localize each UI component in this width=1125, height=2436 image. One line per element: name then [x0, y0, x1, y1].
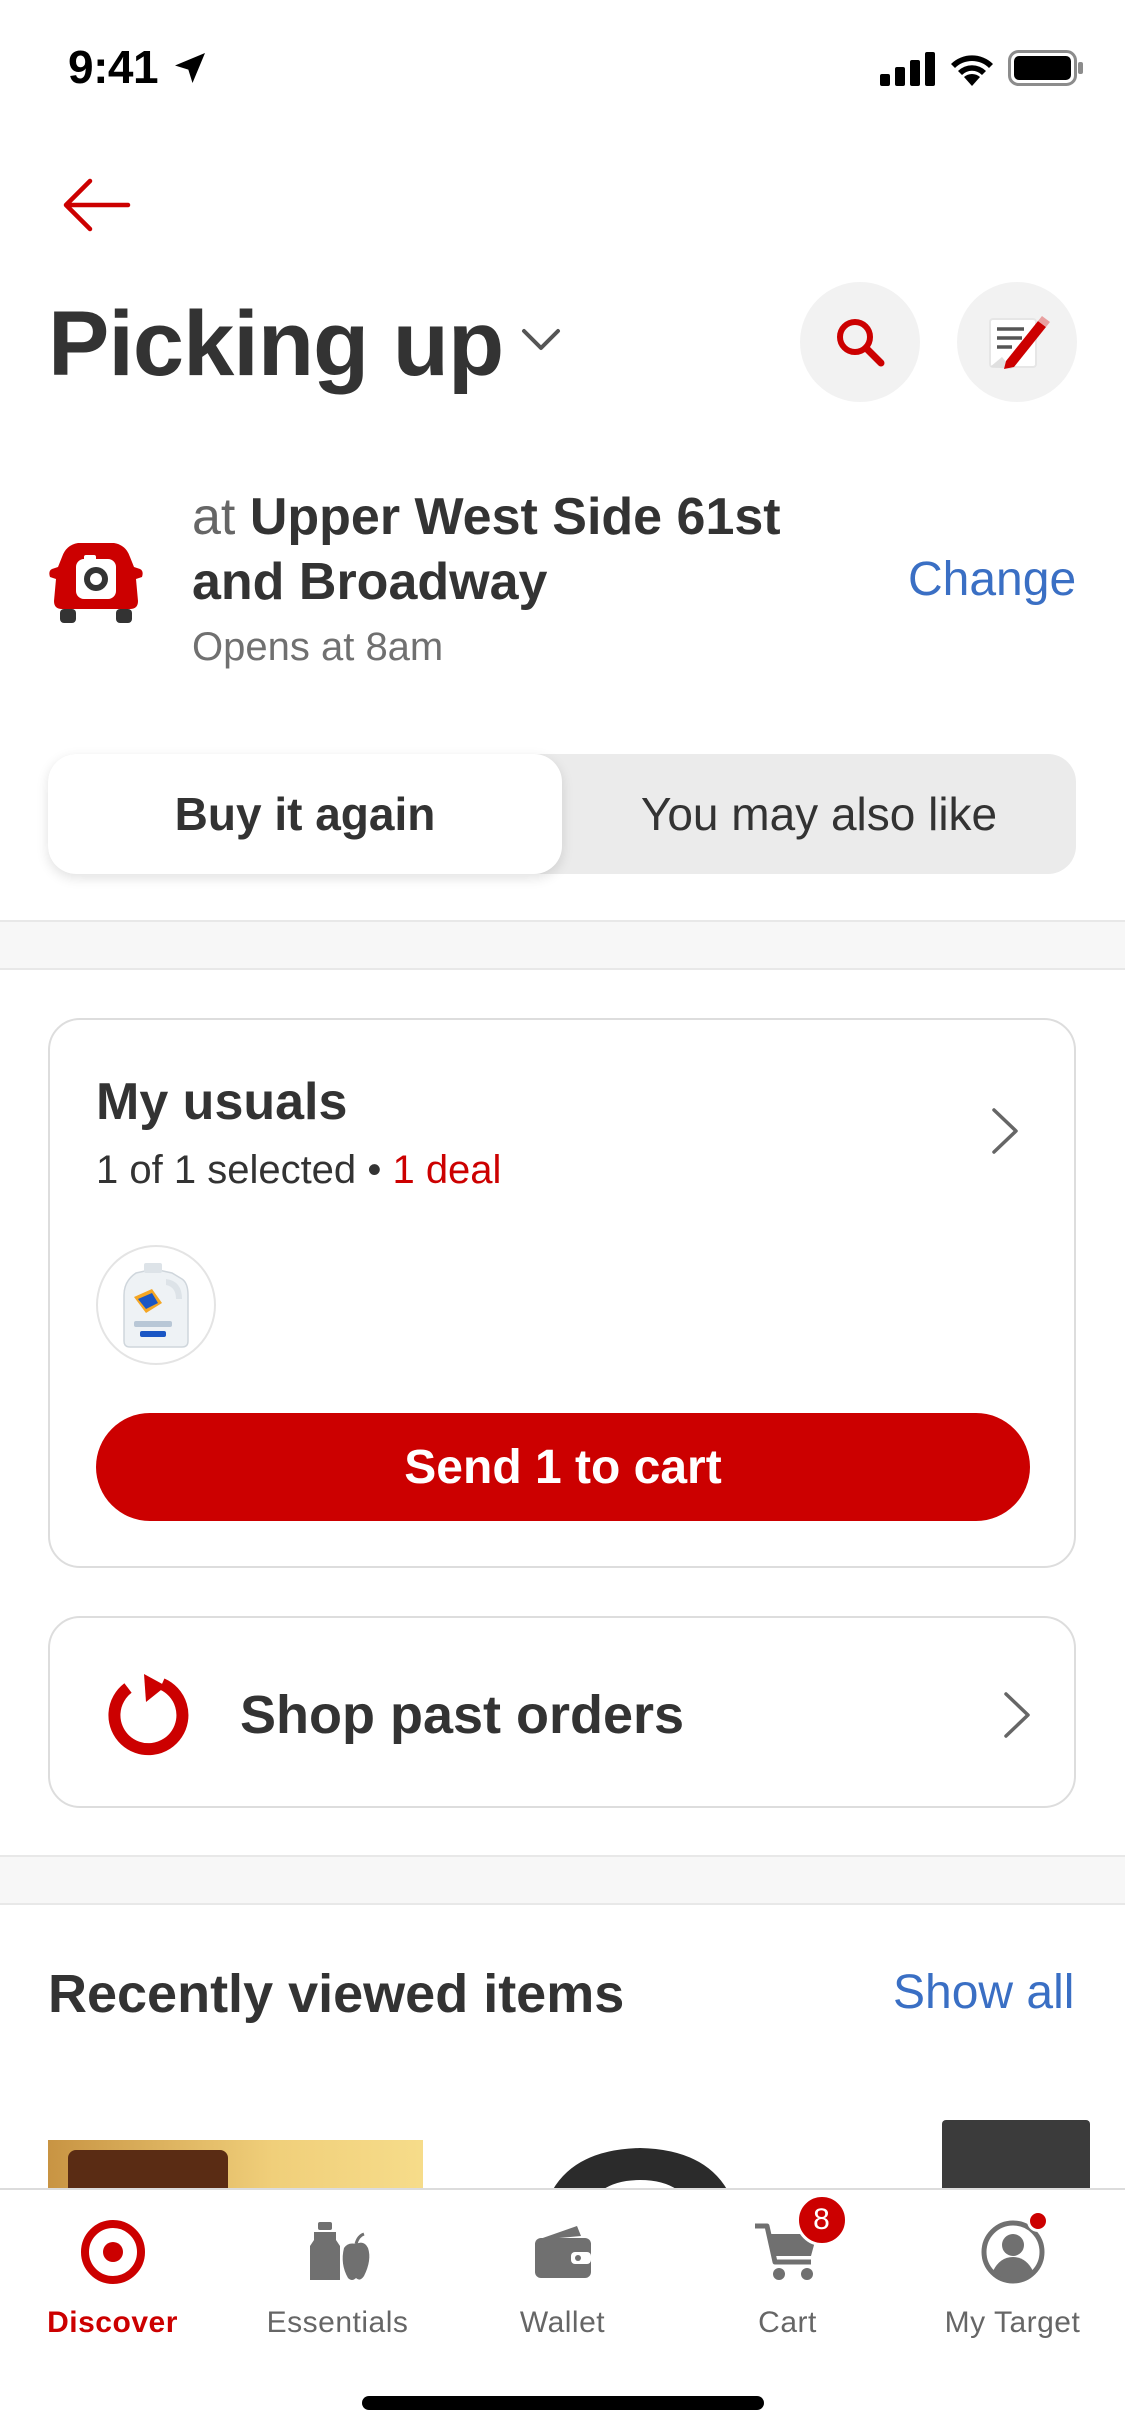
change-store-link[interactable]: Change — [908, 552, 1076, 607]
tab-label: Cart — [758, 2306, 817, 2339]
status-bar: 9:41 — [0, 0, 1125, 140]
wallet-icon — [534, 2226, 591, 2278]
section-divider — [0, 1855, 1125, 1905]
tab-discover[interactable]: Discover — [0, 2212, 225, 2362]
recent-item-image[interactable] — [48, 2140, 423, 2190]
cart-count-badge: 8 — [795, 2194, 848, 2246]
recent-item-image[interactable] — [942, 2120, 1090, 2190]
store-prefix: at — [192, 488, 236, 546]
location-arrow-icon — [175, 53, 205, 83]
status-time: 9:41 — [68, 41, 159, 93]
product-image — [68, 2150, 228, 2190]
tab-label: Wallet — [519, 2306, 606, 2339]
store-hours: Opens at 8am — [192, 625, 444, 669]
tab-buy-it-again[interactable]: Buy it again — [48, 754, 562, 874]
show-all-link[interactable]: Show all — [893, 1965, 1074, 2020]
cellular-signal-icon — [880, 52, 935, 86]
usuals-summary: 1 of 1 selected • 1 deal — [96, 1148, 501, 1193]
shop-past-orders-card[interactable]: Shop past orders — [48, 1616, 1076, 1808]
tab-essentials[interactable]: Essentials — [225, 2212, 450, 2362]
drive-up-car-icon — [49, 543, 143, 623]
tab-my-target[interactable]: My Target — [900, 2210, 1125, 2362]
shopping-list-edit-icon — [989, 316, 1050, 369]
essentials-icon — [309, 2222, 369, 2280]
usuals-separator: • — [367, 1148, 382, 1192]
recently-viewed-carousel[interactable] — [0, 2110, 1125, 2190]
search-icon — [837, 319, 885, 367]
target-bullseye-icon — [80, 2220, 145, 2284]
shopping-list-button[interactable] — [957, 282, 1077, 402]
home-indicator[interactable] — [362, 2396, 764, 2410]
usuals-deal-count: 1 deal — [392, 1148, 502, 1192]
my-usuals-card[interactable]: My usuals 1 of 1 selected • 1 deal Send … — [48, 1018, 1076, 1568]
segmented-control: Buy it again You may also like — [48, 754, 1076, 874]
shop-past-orders-label: Shop past orders — [240, 1685, 685, 1745]
tab-label: My Target — [944, 2306, 1081, 2339]
chevron-right-icon[interactable] — [990, 1106, 1020, 1156]
store-name: Upper West Side 61st and Broadway — [192, 488, 781, 611]
usuals-title: My usuals — [96, 1073, 348, 1131]
tide-detergent-thumbnail — [123, 1263, 189, 1348]
page-title[interactable]: Picking up — [48, 292, 504, 397]
tab-wallet[interactable]: Wallet — [450, 2212, 675, 2362]
notification-dot — [1026, 2210, 1049, 2232]
wifi-icon — [951, 55, 993, 86]
back-arrow-icon[interactable] — [60, 175, 140, 235]
reorder-refresh-icon — [108, 1674, 189, 1756]
battery-icon — [1008, 50, 1083, 86]
recent-item-image[interactable] — [520, 2130, 760, 2190]
store-location: at Upper West Side 61st and Broadway — [192, 485, 832, 615]
search-button[interactable] — [800, 282, 920, 402]
chevron-right-icon[interactable] — [1002, 1690, 1032, 1740]
recently-viewed-title: Recently viewed items — [48, 1964, 625, 2024]
product-thumbnail[interactable] — [96, 1245, 216, 1365]
tab-label: Essentials — [266, 2306, 409, 2339]
send-to-cart-button[interactable]: Send 1 to cart — [96, 1413, 1030, 1521]
tab-label: Discover — [47, 2306, 178, 2339]
chevron-down-icon[interactable] — [520, 325, 562, 355]
usuals-selected-count: 1 of 1 selected — [96, 1148, 357, 1192]
tab-cart[interactable]: 8 Cart — [675, 2194, 900, 2362]
section-divider — [0, 920, 1125, 970]
tab-you-may-also-like[interactable]: You may also like — [562, 754, 1076, 874]
